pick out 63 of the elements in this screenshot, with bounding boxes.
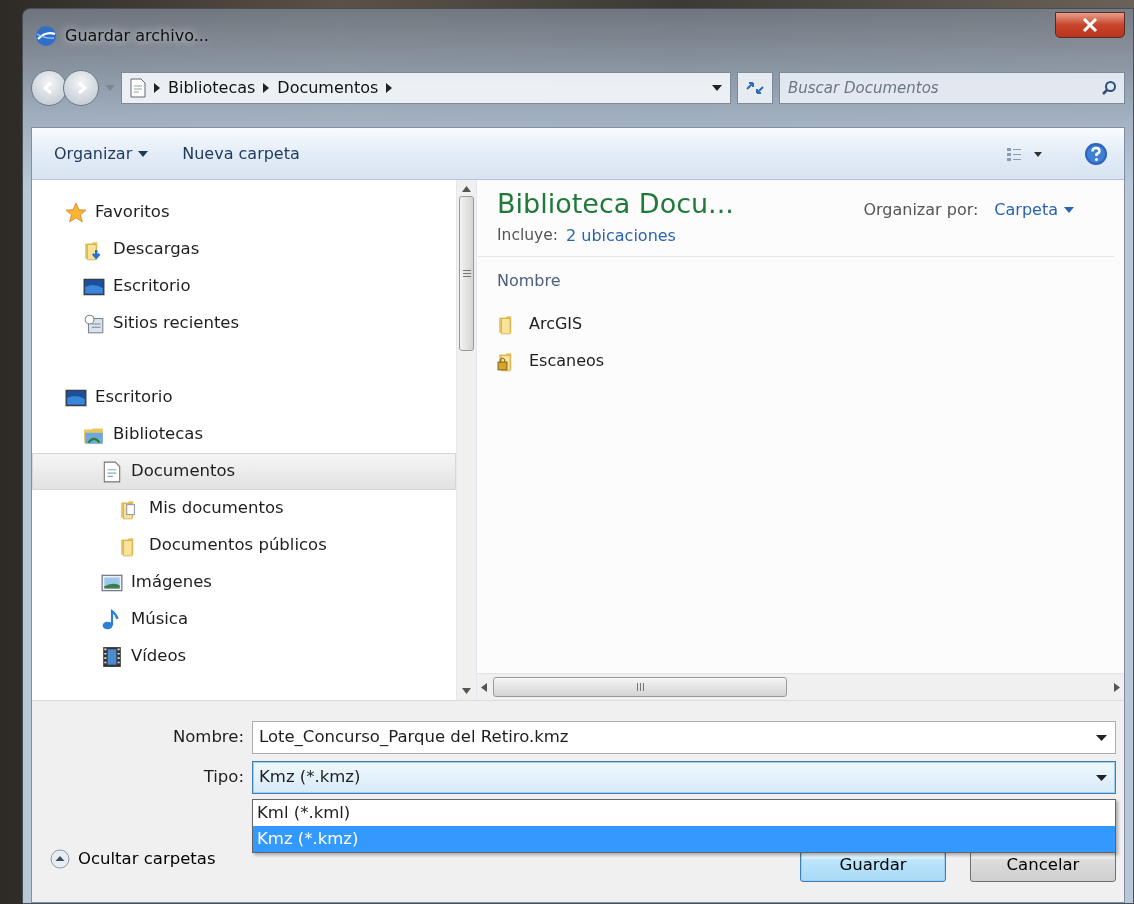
- grip-icon: [636, 683, 644, 691]
- document-icon: [101, 460, 123, 483]
- caret-icon: [1064, 207, 1074, 213]
- refresh-icon: [745, 80, 765, 96]
- scrollbar-thumb[interactable]: [459, 196, 474, 351]
- file-type-dropdown[interactable]: Kmz (*.kmz): [252, 761, 1116, 794]
- arrange-by-label: Organizar por:: [863, 199, 979, 221]
- app-globe-icon: [35, 25, 57, 47]
- film-icon: [101, 645, 123, 668]
- search-icon: [1101, 80, 1117, 96]
- file-item[interactable]: Escaneos: [477, 342, 1124, 380]
- address-bar[interactable]: Bibliotecas Documentos: [121, 72, 731, 104]
- scroll-right-arrow-icon[interactable]: [1114, 682, 1120, 692]
- toolbar-button[interactable]: Nueva carpeta: [182, 141, 300, 166]
- tree-item[interactable]: Descargas: [32, 231, 456, 268]
- tree-item[interactable]: Música: [32, 601, 456, 638]
- chevron-icon: [154, 83, 160, 93]
- scroll-down-arrow-icon[interactable]: [462, 688, 471, 694]
- star-icon: [65, 201, 87, 224]
- tree-item[interactable]: Escritorio: [32, 268, 456, 305]
- tree-item[interactable]: Documentos públicos: [32, 527, 456, 564]
- window-title: Guardar archivo...: [65, 25, 209, 47]
- scrollbar[interactable]: [477, 673, 1124, 700]
- caret-icon[interactable]: [712, 85, 722, 91]
- tree-item[interactable]: Escritorio: [32, 379, 456, 416]
- organize-menu[interactable]: Organizar: [54, 141, 149, 166]
- hide-folders-button[interactable]: Ocultar carpetas: [50, 846, 216, 872]
- tree-item[interactable]: Imágenes: [32, 564, 456, 601]
- file-name-field[interactable]: Lote_Concurso_Parque del Retiro.kmz: [252, 721, 1116, 754]
- dropdown-option[interactable]: Kml (*.kml): [253, 800, 1115, 826]
- scroll-up-arrow-icon[interactable]: [462, 186, 471, 192]
- chevron-icon: [263, 83, 270, 93]
- close-button[interactable]: [1055, 12, 1125, 38]
- file-name-label: Nombre:: [171, 726, 244, 749]
- document-icon: [130, 78, 146, 98]
- recent-places-icon: [83, 312, 105, 335]
- close-icon: [1082, 18, 1098, 32]
- refresh-button[interactable]: [737, 72, 773, 104]
- caret-icon: [138, 150, 149, 157]
- tree-item[interactable]: Bibliotecas: [32, 416, 456, 453]
- caret-icon[interactable]: [1096, 734, 1107, 741]
- search-field[interactable]: Buscar Documentos: [779, 72, 1125, 104]
- scrollbar[interactable]: [456, 180, 476, 700]
- tree-item[interactable]: Mis documentos: [32, 490, 456, 527]
- back-button[interactable]: [31, 70, 67, 106]
- library-title: Biblioteca Docu...: [497, 188, 734, 221]
- tree-item[interactable]: Documentos: [32, 453, 456, 490]
- file-item[interactable]: ArcGIS: [477, 305, 1124, 343]
- locations-link[interactable]: 2 ubicaciones: [566, 224, 676, 249]
- scroll-left-arrow-icon[interactable]: [481, 682, 487, 692]
- column-header[interactable]: Nombre: [477, 257, 1124, 306]
- forward-button[interactable]: [63, 70, 99, 106]
- chevron-icon: [386, 83, 393, 93]
- tree-item[interactable]: Favoritos: [32, 194, 456, 231]
- caret-icon[interactable]: [1096, 774, 1107, 781]
- grip-icon: [462, 270, 471, 277]
- file-type-label: Tipo:: [202, 766, 244, 789]
- arrange-by-dropdown[interactable]: Carpeta: [994, 198, 1074, 222]
- scrollbar-thumb[interactable]: [493, 677, 787, 697]
- tree-item[interactable]: Vídeos: [32, 638, 456, 675]
- includes-label: Incluye:: [497, 225, 558, 247]
- help-icon[interactable]: [1084, 141, 1108, 166]
- tree-item[interactable]: Sitios recientes: [32, 305, 456, 342]
